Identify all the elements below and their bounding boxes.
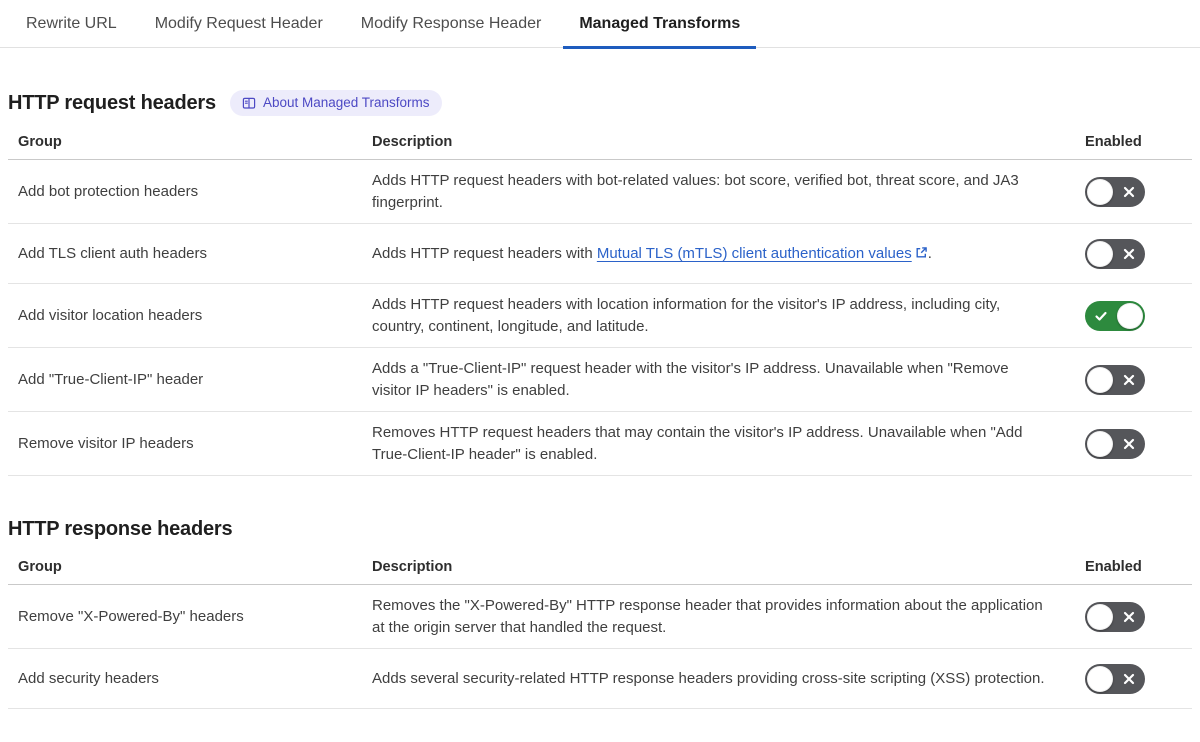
x-icon [1123,186,1135,197]
tab-rewrite-url[interactable]: Rewrite URL [10,13,133,49]
column-header-description: Description [372,559,453,575]
toggle-remove-x-powered-by-headers[interactable] [1085,601,1145,632]
row-group: Remove visitor IP headers [18,435,194,452]
column-header-description: Description [372,134,453,150]
response-table-header: Group Description Enabled [8,559,1192,585]
toggle-remove-visitor-ip-headers[interactable] [1085,428,1145,459]
row-description: Adds several security-related HTTP respo… [372,669,1045,687]
row-toggle-cell [1080,300,1192,331]
tab-managed-transforms[interactable]: Managed Transforms [563,13,757,49]
row-toggle-cell [1080,663,1192,694]
x-icon [1123,438,1135,449]
column-header-group: Group [18,559,62,575]
row-description: Removes HTTP request headers that may co… [372,424,1023,463]
column-header-enabled: Enabled [1085,134,1142,150]
row-toggle-cell [1080,601,1192,632]
toggle-knob [1087,366,1113,393]
toggle-add-security-headers[interactable] [1085,663,1145,694]
row-description: Removes the "X-Powered-By" HTTP response… [372,597,1043,636]
external-link-icon [916,246,927,258]
toggle-knob [1087,430,1113,457]
toggle-add-bot-protection-headers[interactable] [1085,176,1145,207]
row-description: Adds a "True-Client-IP" request header w… [372,360,1009,399]
table-row: Add security headers Adds several securi… [8,649,1192,709]
row-group: Add TLS client auth headers [18,245,208,262]
row-toggle-cell [1080,428,1192,459]
toggle-add-visitor-location-headers[interactable] [1085,300,1145,331]
response-headers-section: HTTP response headers Group Description … [8,518,1192,709]
table-row: Add TLS client auth headers Adds HTTP re… [8,224,1192,284]
response-headers-title: HTTP response headers [8,518,233,540]
tab-bar: Rewrite URL Modify Request Header Modify… [0,0,1200,49]
row-toggle-cell [1080,364,1192,395]
check-icon [1095,311,1107,321]
toggle-add-true-client-ip-header[interactable] [1085,364,1145,395]
request-table-body: Add bot protection headers Adds HTTP req… [8,160,1192,476]
badge-label: About Managed Transforms [262,95,430,110]
response-table-body: Remove "X-Powered-By" headers Removes th… [8,585,1192,709]
book-icon [242,97,256,109]
toggle-knob [1087,665,1113,692]
row-description: Adds HTTP request headers with Mutual TL… [372,244,932,262]
toggle-knob [1087,603,1113,630]
table-row: Remove visitor IP headers Removes HTTP r… [8,412,1192,476]
x-icon [1123,611,1135,622]
row-description: Adds HTTP request headers with location … [372,296,1001,335]
request-table-header: Group Description Enabled [8,134,1192,160]
row-group: Add visitor location headers [18,307,203,324]
table-row: Add bot protection headers Adds HTTP req… [8,160,1192,224]
row-group: Remove "X-Powered-By" headers [18,608,244,625]
row-toggle-cell [1080,238,1192,269]
row-group: Add "True-Client-IP" header [18,371,204,388]
table-row: Remove "X-Powered-By" headers Removes th… [8,585,1192,649]
toggle-knob [1087,178,1113,205]
toggle-knob [1087,240,1113,267]
toggle-add-tls-client-auth-headers[interactable] [1085,238,1145,269]
row-description: Adds HTTP request headers with bot-relat… [372,172,1019,211]
row-group: Add bot protection headers [18,183,199,200]
request-headers-section: HTTP request headers About Managed Trans… [8,90,1192,476]
tab-modify-response-header[interactable]: Modify Response Header [345,13,558,49]
tab-modify-request-header[interactable]: Modify Request Header [139,13,339,49]
x-icon [1123,248,1135,259]
column-header-enabled: Enabled [1085,559,1142,575]
toggle-knob [1117,302,1143,329]
table-row: Add visitor location headers Adds HTTP r… [8,284,1192,348]
row-toggle-cell [1080,176,1192,207]
request-headers-title: HTTP request headers [8,91,216,114]
column-header-group: Group [18,134,62,150]
row-group: Add security headers [18,670,159,687]
about-managed-transforms-badge[interactable]: About Managed Transforms [229,90,442,116]
link-mutual-tls-mtls-client-authent[interactable]: Mutual TLS (mTLS) client authentication … [597,245,912,262]
table-row: Add "True-Client-IP" header Adds a "True… [8,348,1192,412]
x-icon [1123,673,1135,684]
x-icon [1123,374,1135,385]
